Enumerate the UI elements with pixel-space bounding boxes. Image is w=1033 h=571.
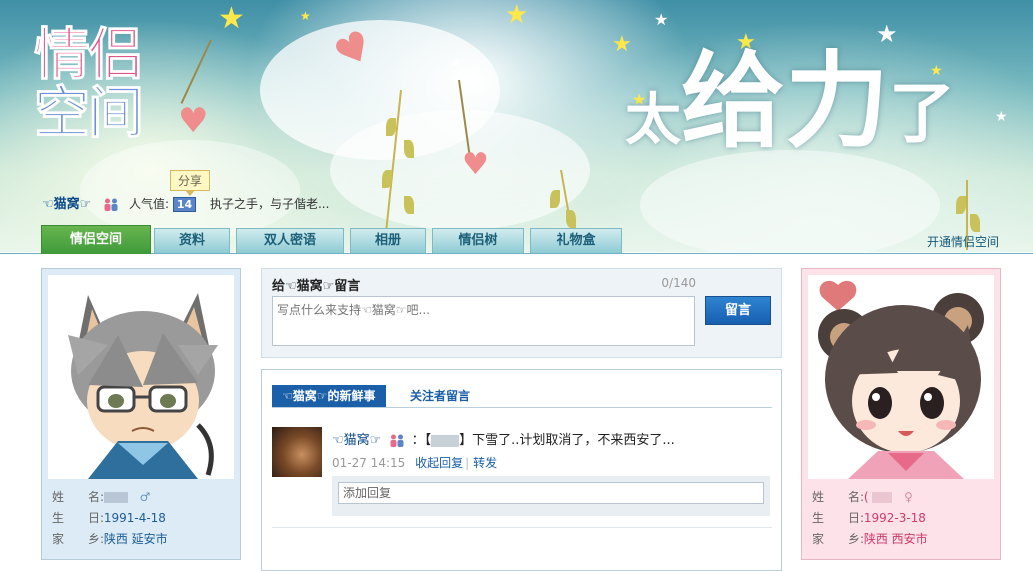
leaf-decoration [404, 196, 414, 214]
name-visible-char: ( [863, 490, 869, 504]
redacted-text [431, 434, 460, 447]
post-text-prefix: ：【 [411, 433, 432, 448]
birthday-value: 1991-4-18 [103, 511, 166, 525]
leaf-decoration [404, 140, 414, 158]
feed-divider [272, 527, 772, 528]
slogan: 太给力了 [625, 46, 955, 156]
profile-quote: 执子之手，与子偕老... [209, 197, 330, 211]
leaf-decoration [382, 170, 392, 188]
star-icon: ★ [300, 9, 311, 23]
hometown-row: 家 乡: 陕西 西安市 [812, 529, 928, 550]
leaf-decoration [386, 118, 396, 136]
hometown-label: 家 乡: [812, 532, 865, 546]
popularity-count: 14 [172, 197, 197, 212]
reply-area: 添加回复 [332, 476, 770, 516]
right-avatar[interactable] [808, 275, 994, 479]
birthday-label: 生 日: [812, 511, 865, 525]
tab-follower-messages[interactable]: 关注者留言 [400, 385, 481, 407]
feed-post: ☜猫窝☞ ：【 】下雪了..计划取消了，不来西安了... 01-27 14:15 … [272, 426, 772, 526]
vine-decoration [180, 39, 212, 104]
star-icon: ★ [218, 1, 245, 36]
main-nav: 情侣空间 资料 双人密语 相册 情侣树 礼物盒 开通情侣空间 [0, 225, 1033, 254]
message-input[interactable] [272, 296, 695, 346]
news-feed: ☜猫窝☞的新鲜事 关注者留言 ☜猫窝☞ ：【 】下雪了..计划取消了，不来西安了.… [261, 369, 782, 571]
hometown-value[interactable]: 陕西 延安市 [104, 532, 168, 546]
cloud-decoration [330, 110, 590, 230]
profile-line: ☜猫窝☞ 人气值: 14 执子之手，与子偕老... [42, 193, 329, 212]
heart-icon: ♥ [178, 101, 209, 141]
left-avatar[interactable] [48, 275, 234, 479]
tab-couple-space[interactable]: 情侣空间 [41, 225, 151, 254]
left-profile-card: 姓 名: ♂ 生 日: 1991-4-18 家 乡: 陕西 延安市 [41, 268, 241, 560]
post-meta: 01-27 14:15 收起回复 | 转发 [332, 454, 497, 471]
tab-album[interactable]: 相册 [350, 228, 426, 253]
leaf-decoration [956, 196, 966, 214]
message-box: 给☜猫窝☞留言 0/140 留言 [261, 268, 782, 358]
female-icon: ♀ [904, 490, 913, 504]
tab-couple-tree[interactable]: 情侣树 [432, 228, 524, 253]
slogan-part-3: 了 [889, 74, 956, 152]
char-counter: 0/140 [661, 276, 696, 290]
male-icon: ♂ [139, 490, 151, 504]
hometown-row: 家 乡: 陕西 延安市 [52, 529, 168, 550]
logo-line-1: 情侣 [34, 22, 145, 88]
logo-line-2: 空间 [34, 80, 145, 146]
collapse-replies-link[interactable]: 收起回复 [415, 456, 463, 470]
couple-icon[interactable] [389, 434, 405, 447]
tab-secret-words[interactable]: 双人密语 [236, 228, 344, 253]
forward-link[interactable]: 转发 [473, 456, 497, 470]
name-label: 姓 名: [52, 490, 105, 504]
tab-news[interactable]: ☜猫窝☞的新鲜事 [272, 385, 386, 407]
name-row: 姓 名: ( ♀ [812, 487, 928, 508]
birthday-row: 生 日: 1992-3-18 [812, 508, 928, 529]
profile-nickname[interactable]: ☜猫窝☞ [42, 197, 91, 212]
site-logo[interactable]: 情侣 空间 [34, 22, 174, 146]
star-icon: ★ [654, 10, 669, 29]
star-icon: ★ [995, 109, 1008, 125]
header-banner: ★ ★ ★ ★ ★ ★ ★ ★ ★ ★ ★ ♥ ♥ ♥ 情侣 空间 太给力了 分… [0, 0, 1033, 252]
birthday-value: 1992-3-18 [863, 511, 926, 525]
right-profile-card: 姓 名: ( ♀ 生 日: 1992-3-18 家 乡: 陕西 西安市 [801, 268, 1001, 560]
post-author[interactable]: ☜猫窝☞ [332, 433, 381, 448]
left-profile-info: 姓 名: ♂ 生 日: 1991-4-18 家 乡: 陕西 延安市 [52, 487, 168, 550]
share-button[interactable]: 分享 [170, 170, 211, 196]
post-author-avatar[interactable] [272, 427, 322, 477]
name-row: 姓 名: ♂ [52, 487, 168, 508]
star-icon: ★ [505, 0, 529, 30]
hometown-label: 家 乡: [52, 532, 105, 546]
post-text: ☜猫窝☞ ：【 】下雪了..计划取消了，不来西安了... [332, 429, 675, 448]
popularity-label: 人气值: [128, 197, 170, 211]
slogan-part-2: 给力 [681, 39, 890, 162]
couple-icon[interactable] [103, 198, 119, 211]
heart-icon: ♥ [462, 147, 489, 182]
open-couple-space-link[interactable]: 开通情侣空间 [927, 233, 999, 250]
post-timestamp: 01-27 14:15 [332, 456, 406, 470]
birthday-row: 生 日: 1991-4-18 [52, 508, 168, 529]
reply-input[interactable]: 添加回复 [338, 482, 764, 504]
feed-tabs: ☜猫窝☞的新鲜事 关注者留言 [272, 385, 772, 408]
tab-profile[interactable]: 资料 [154, 228, 230, 253]
name-redacted [103, 492, 128, 503]
star-icon: ★ [450, 55, 463, 71]
separator: | [465, 456, 470, 470]
birthday-label: 生 日: [52, 511, 105, 525]
tab-gift-box[interactable]: 礼物盒 [530, 228, 622, 253]
name-label: 姓 名: [812, 490, 865, 504]
name-redacted [872, 492, 893, 503]
post-message-button[interactable]: 留言 [705, 296, 771, 325]
hometown-value[interactable]: 陕西 西安市 [864, 532, 928, 546]
boy-avatar-illustration [48, 275, 234, 479]
post-text-body: 】下雪了..计划取消了，不来西安了... [459, 433, 675, 448]
slogan-part-1: 太 [625, 87, 681, 153]
message-title: 给☜猫窝☞留言 [272, 279, 361, 294]
right-profile-info: 姓 名: ( ♀ 生 日: 1992-3-18 家 乡: 陕西 西安市 [812, 487, 928, 550]
girl-avatar-illustration [808, 275, 994, 479]
leaf-decoration [550, 190, 560, 208]
